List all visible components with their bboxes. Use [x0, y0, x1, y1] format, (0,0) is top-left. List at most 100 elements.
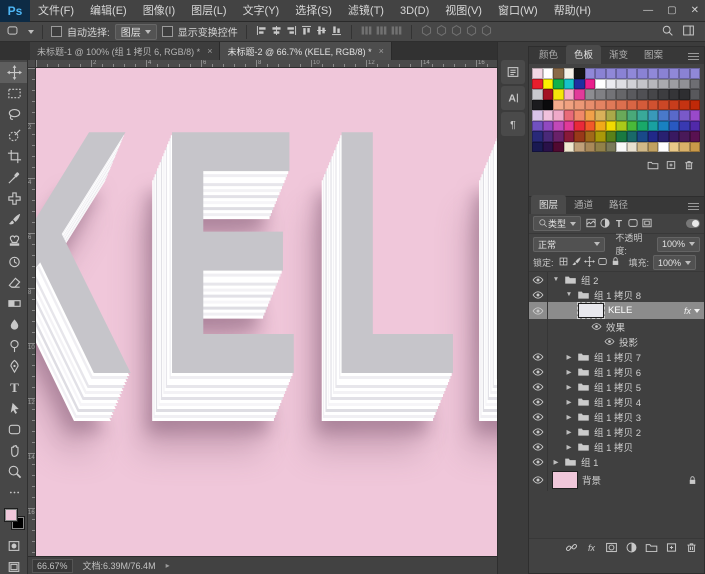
minimize-button[interactable]: — — [643, 5, 653, 16]
color-swatch[interactable] — [648, 79, 659, 90]
color-swatch[interactable] — [669, 68, 680, 79]
color-swatch[interactable] — [532, 89, 543, 100]
healing-brush-tool[interactable] — [0, 188, 28, 209]
layer-row[interactable]: ▶组 1 拷贝 3 — [529, 409, 704, 424]
align-middle-button[interactable] — [315, 24, 328, 40]
auto-select-dropdown[interactable]: 图层 — [115, 24, 157, 40]
color-swatch[interactable] — [532, 68, 543, 79]
visibility-toggle[interactable] — [529, 394, 548, 409]
dodge-tool[interactable] — [0, 335, 28, 356]
layer-row[interactable]: ▶组 1 — [529, 454, 704, 469]
color-swatch[interactable] — [606, 79, 617, 90]
color-swatch[interactable] — [627, 142, 638, 153]
layer-row[interactable]: ▼组 1 拷贝 8 — [529, 287, 704, 302]
shape-tool[interactable] — [0, 419, 28, 440]
color-swatch[interactable] — [543, 100, 554, 111]
twirl-closed-icon[interactable]: ▶ — [565, 413, 573, 421]
color-swatch[interactable] — [616, 68, 627, 79]
color-swatch[interactable] — [658, 68, 669, 79]
visibility-toggle[interactable] — [529, 454, 548, 469]
color-swatch[interactable] — [595, 79, 606, 90]
twirl-closed-icon[interactable]: ▶ — [565, 398, 573, 406]
layer-row[interactable]: 效果 — [529, 319, 704, 334]
color-swatch[interactable] — [627, 89, 638, 100]
threed-mode-button[interactable] — [450, 24, 463, 40]
menu-item[interactable]: 视图(V) — [437, 0, 490, 22]
visibility-toggle[interactable] — [529, 319, 548, 334]
maximize-button[interactable]: ▢ — [667, 5, 676, 16]
align-top-button[interactable] — [300, 24, 313, 40]
color-swatch[interactable] — [627, 110, 638, 121]
align-right-button[interactable] — [285, 24, 298, 40]
color-swatch[interactable] — [553, 110, 564, 121]
pixel-filter-button[interactable] — [585, 217, 597, 231]
align-center-h-button[interactable] — [270, 24, 283, 40]
color-swatch[interactable] — [564, 79, 575, 90]
color-swatch[interactable] — [690, 79, 701, 90]
color-swatch[interactable] — [679, 131, 690, 142]
layer-row[interactable]: ▶组 1 拷贝 7 — [529, 349, 704, 364]
twirl-closed-icon[interactable]: ▶ — [565, 428, 573, 436]
eraser-tool[interactable] — [0, 272, 28, 293]
color-swatch[interactable] — [658, 89, 669, 100]
color-swatch[interactable] — [532, 121, 543, 132]
color-swatch[interactable] — [690, 142, 701, 153]
color-swatch[interactable] — [658, 100, 669, 111]
visibility-toggle[interactable] — [529, 439, 548, 454]
threed-mode-button[interactable] — [465, 24, 478, 40]
layer-row[interactable]: ▶组 1 拷贝 4 — [529, 394, 704, 409]
twirl-closed-icon[interactable]: ▶ — [565, 353, 573, 361]
color-swatch[interactable] — [616, 121, 627, 132]
color-swatch[interactable] — [658, 142, 669, 153]
delete-layer-button[interactable] — [683, 158, 695, 176]
visibility-toggle[interactable] — [529, 302, 548, 319]
panel-tab-图案[interactable]: 图案 — [636, 45, 671, 64]
color-swatch[interactable] — [616, 79, 627, 90]
paragraph-panel-button[interactable]: ¶ — [501, 112, 525, 136]
screen-mode-button[interactable] — [0, 556, 28, 574]
menu-item[interactable]: 窗口(W) — [490, 0, 546, 22]
marquee-tool[interactable] — [0, 83, 28, 104]
history-panel-button[interactable] — [501, 60, 525, 84]
color-swatch[interactable] — [553, 100, 564, 111]
show-transform-checkbox[interactable] — [162, 26, 173, 37]
color-swatch[interactable] — [648, 100, 659, 111]
color-swatch[interactable] — [606, 89, 617, 100]
pen-tool[interactable] — [0, 356, 28, 377]
color-swatch[interactable] — [564, 89, 575, 100]
align-left-button[interactable] — [255, 24, 268, 40]
panel-tab-颜色[interactable]: 颜色 — [531, 45, 566, 64]
color-swatch[interactable] — [574, 110, 585, 121]
workspace-button[interactable] — [682, 24, 695, 40]
color-swatch[interactable] — [679, 89, 690, 100]
color-swatch[interactable] — [658, 131, 669, 142]
hand-tool[interactable] — [0, 440, 28, 461]
character-panel-button[interactable]: A — [501, 86, 525, 110]
color-swatch[interactable] — [595, 110, 606, 121]
color-swatch[interactable] — [616, 131, 627, 142]
twirl-open-icon[interactable]: ▼ — [565, 291, 573, 298]
color-swatch[interactable] — [690, 121, 701, 132]
layer-row[interactable]: ▶组 1 拷贝 5 — [529, 379, 704, 394]
smart-object-filter-button[interactable] — [641, 217, 653, 231]
color-swatch[interactable] — [595, 121, 606, 132]
horizontal-ruler[interactable]: 246810121416 — [36, 60, 497, 68]
move-tool[interactable] — [0, 62, 28, 83]
color-swatch[interactable] — [648, 121, 659, 132]
clone-stamp-tool[interactable] — [0, 230, 28, 251]
layer-row[interactable]: ▼组 2 — [529, 272, 704, 287]
color-swatch[interactable] — [595, 131, 606, 142]
color-swatch[interactable] — [564, 142, 575, 153]
color-swatch[interactable] — [585, 79, 596, 90]
threed-mode-button[interactable] — [480, 24, 493, 40]
color-swatch[interactable] — [543, 121, 554, 132]
color-swatch[interactable] — [553, 79, 564, 90]
twirl-open-icon[interactable]: ▼ — [552, 276, 560, 283]
document-tab[interactable]: 未标题-1 @ 100% (组 1 拷贝 6, RGB/8) *× — [30, 42, 220, 60]
color-swatch[interactable] — [543, 68, 554, 79]
layer-row[interactable]: ▶组 1 拷贝 6 — [529, 364, 704, 379]
color-swatch[interactable] — [627, 79, 638, 90]
color-swatch[interactable] — [627, 131, 638, 142]
color-swatch[interactable] — [690, 68, 701, 79]
color-swatch[interactable] — [553, 131, 564, 142]
